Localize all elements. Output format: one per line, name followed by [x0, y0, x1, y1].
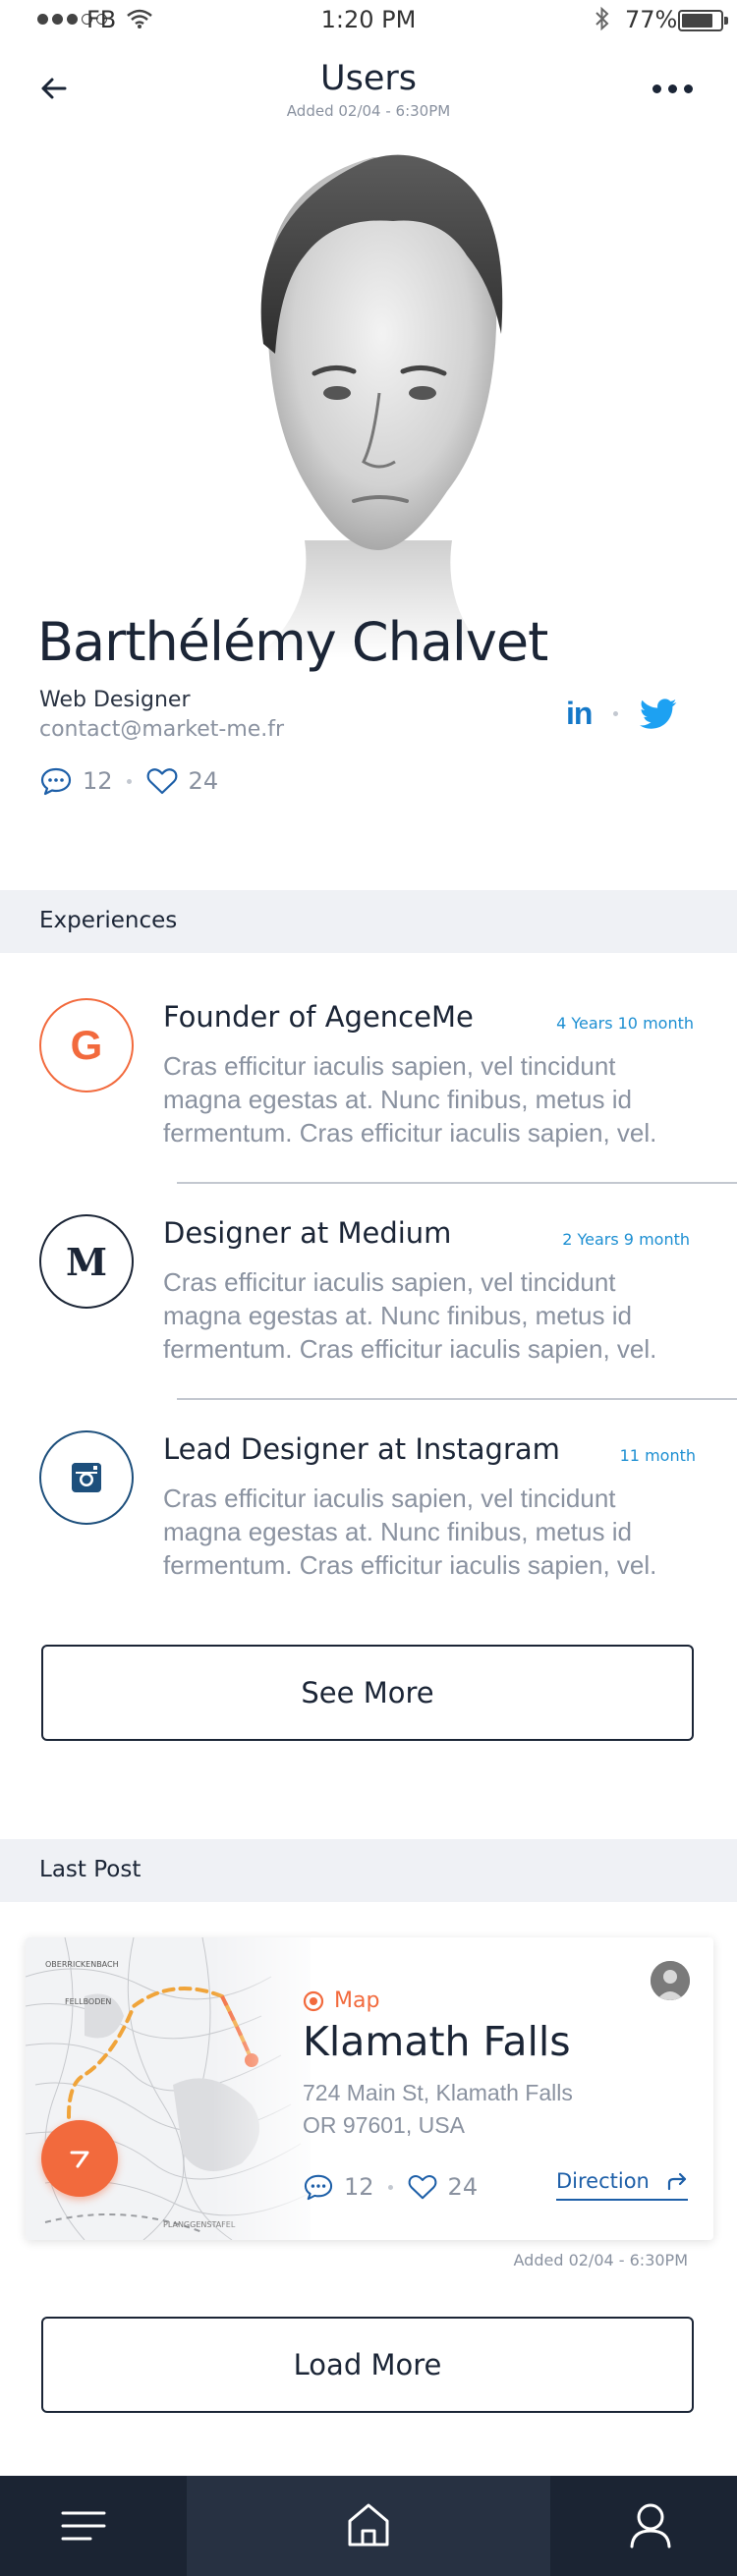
- linkedin-icon[interactable]: in: [566, 696, 593, 732]
- page-subtitle: Added 02/04 - 6:30PM: [286, 102, 451, 120]
- comment-icon: [304, 2174, 333, 2201]
- twitter-icon[interactable]: [640, 698, 677, 730]
- address-line-2: OR 97601, USA: [303, 2112, 465, 2138]
- experience-title: Designer at Medium: [163, 1216, 452, 1250]
- experience-title: Founder of AgenceMe: [163, 1000, 474, 1034]
- separator-dot: [126, 778, 132, 784]
- post-comments-count: 12: [344, 2173, 374, 2201]
- comments-stat[interactable]: 12: [39, 766, 113, 796]
- profile-email[interactable]: contact@market-me.fr: [39, 717, 284, 742]
- post-author-avatar[interactable]: [651, 1961, 690, 2000]
- social-links: in: [566, 696, 677, 732]
- load-more-button[interactable]: Load More: [41, 2317, 694, 2413]
- route-button[interactable]: [41, 2120, 118, 2197]
- m-logo-icon: M: [65, 1239, 108, 1284]
- divider: [177, 1398, 737, 1400]
- profile-stats: 12 24: [39, 766, 218, 796]
- page-title: Users: [319, 59, 417, 98]
- post-likes-count: 24: [447, 2173, 479, 2201]
- experience-duration: 11 month: [619, 1446, 696, 1465]
- medium-logo: M: [39, 1214, 134, 1309]
- divider: [177, 1182, 737, 1184]
- likes-count: 24: [188, 767, 219, 795]
- post-tag: Map: [303, 1988, 379, 2013]
- g-logo-icon: G: [70, 1022, 103, 1068]
- post-likes-stat[interactable]: 24: [407, 2173, 479, 2201]
- experience-description: Cras efficitur iaculis sapien, vel tinci…: [163, 1051, 657, 1148]
- avatar-image: [651, 1961, 690, 2000]
- location-target-icon: [303, 1990, 324, 2011]
- home-icon[interactable]: [346, 2501, 391, 2548]
- comment-icon: [40, 767, 72, 796]
- post-stats: 12 24: [303, 2173, 478, 2201]
- experiences-label: Experiences: [39, 908, 178, 933]
- post-tag-label: Map: [334, 1988, 380, 2013]
- likes-stat[interactable]: 24: [145, 766, 219, 796]
- heart-icon: [146, 768, 177, 795]
- address-line-1: 724 Main St, Klamath Falls: [303, 2080, 573, 2105]
- profile-name: Barthélémy Chalvet: [37, 611, 548, 673]
- more-options-icon[interactable]: [652, 84, 693, 93]
- route-icon: [70, 2151, 89, 2168]
- map-label: OBERRICKENBACH: [45, 1960, 119, 1969]
- profile-role: Web Designer: [39, 688, 191, 712]
- experience-description: Cras efficitur iaculis sapien, vel tinci…: [163, 1484, 657, 1580]
- bluetooth-icon: [595, 6, 609, 31]
- bottom-tab-bar: [0, 2476, 737, 2576]
- direction-link[interactable]: Direction: [556, 2169, 688, 2201]
- instagram-logo: [39, 1430, 134, 1525]
- battery-icon: [678, 10, 723, 31]
- experience-description: Cras efficitur iaculis sapien, vel tinci…: [163, 1267, 657, 1364]
- map-label: FELLBODEN: [65, 1997, 111, 2006]
- profile-icon[interactable]: [629, 2501, 672, 2548]
- post-title: Klamath Falls: [303, 2018, 571, 2065]
- experience-duration: 4 Years 10 month: [556, 1014, 694, 1033]
- direction-label: Direction: [556, 2169, 650, 2193]
- battery-tip: [724, 17, 728, 25]
- separator-dot: [613, 711, 619, 716]
- post-card[interactable]: OBERRICKENBACH FELLBODEN PLANGGENSTAFEL …: [26, 1937, 713, 2240]
- see-more-button[interactable]: See More: [41, 1645, 694, 1741]
- heart-icon: [408, 2175, 436, 2200]
- last-post-label: Last Post: [39, 1857, 142, 1882]
- comments-count: 12: [83, 767, 113, 795]
- post-added-date: Added 02/04 - 6:30PM: [513, 2251, 689, 2269]
- post-address: 724 Main St, Klamath Falls OR 97601, USA: [303, 2077, 597, 2142]
- menu-icon[interactable]: [61, 2507, 106, 2545]
- post-comments-stat[interactable]: 12: [303, 2173, 374, 2201]
- agenceme-logo: G: [39, 998, 134, 1092]
- instagram-icon: [72, 1463, 101, 1492]
- separator-dot: [387, 2184, 393, 2190]
- status-bar: FB 1:20 PM 77%: [0, 0, 737, 41]
- battery-percentage: 77%: [625, 6, 678, 33]
- share-arrow-icon: [667, 2172, 687, 2191]
- experience-duration: 2 Years 9 month: [562, 1230, 690, 1249]
